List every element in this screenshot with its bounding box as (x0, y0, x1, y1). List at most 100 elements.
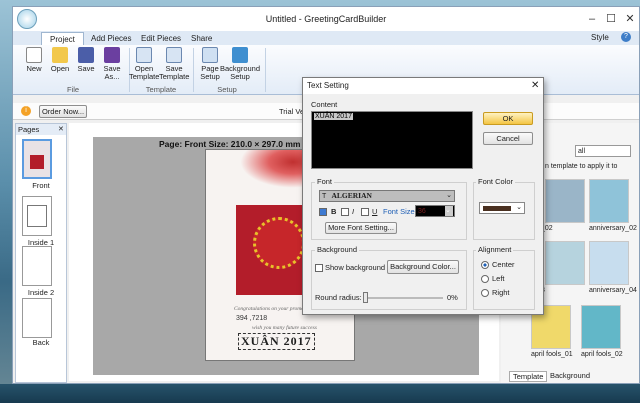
tab-share[interactable]: Share (183, 32, 220, 45)
template-icon (136, 47, 152, 63)
font-size-value: 36 (418, 208, 426, 215)
trial-text: Trial Ve (279, 107, 305, 116)
tab-template[interactable]: Template (509, 371, 548, 382)
tab-add-pieces[interactable]: Add Pieces (83, 32, 139, 45)
background-color-button[interactable]: Background Color... (387, 260, 459, 274)
window-title: Untitled - GreetingCardBuilder (265, 14, 387, 24)
info-icon: i (21, 106, 31, 116)
tab-background[interactable]: Background (547, 371, 593, 380)
page-setup-icon (202, 47, 218, 63)
tab-edit-pieces[interactable]: Edit Pieces (133, 32, 189, 45)
pages-panel: Pages ✕ Front Inside 1 Inside 2 Back (15, 123, 67, 383)
ribbon-tabs: Project Add Pieces Edit Pieces Share Sty… (13, 31, 639, 45)
italic-label: I (352, 207, 355, 216)
group-template-label: Template (145, 85, 177, 94)
font-type-icon: T (322, 193, 327, 200)
page-label-back: Back (32, 338, 50, 347)
save-template-button[interactable]: Save Template (159, 47, 189, 81)
page-label-inside-2: Inside 2 (27, 288, 55, 297)
close-icon[interactable]: ✕ (621, 11, 639, 27)
content-text: XUÂN 2017 (314, 113, 353, 120)
more-font-setting-button[interactable]: More Font Setting... (325, 222, 397, 234)
align-right-radio[interactable] (481, 289, 489, 297)
order-now-button[interactable]: Order Now... (39, 105, 87, 118)
round-radius-label: Round radius: (315, 293, 362, 302)
chevron-down-icon: ⌄ (446, 192, 452, 199)
show-background-label: Show background (325, 263, 386, 272)
alignment-label: Alignment (476, 245, 514, 254)
page-label-front: Front (32, 181, 50, 190)
round-radius-slider[interactable] (363, 292, 443, 303)
card-text-2[interactable]: 394 ,7218 (236, 315, 267, 322)
template-thumb[interactable] (545, 241, 585, 285)
new-document-icon (26, 47, 42, 63)
group-divider (193, 48, 194, 92)
show-background-checkbox[interactable] (315, 264, 323, 272)
save-as-icon (104, 47, 120, 63)
font-color-picker[interactable]: ⌄ (479, 202, 525, 214)
chevron-down-icon: ⌄ (516, 204, 522, 211)
slider-thumb[interactable] (363, 292, 368, 303)
font-color-swatch (483, 206, 511, 211)
bold-checkbox[interactable] (319, 208, 327, 216)
underline-label: U (372, 207, 378, 216)
minimize-icon[interactable]: – (583, 11, 601, 27)
page-thumb-front[interactable] (22, 139, 52, 179)
style-menu[interactable]: Style (591, 33, 609, 42)
card-main-text[interactable]: XUÂN 2017 (238, 333, 315, 350)
ok-button[interactable]: OK (483, 112, 533, 125)
dialog-close-icon[interactable]: ✕ (531, 80, 539, 91)
maximize-icon[interactable]: ☐ (602, 11, 620, 27)
title-bar: Untitled - GreetingCardBuilder – ☐ ✕ (13, 7, 639, 31)
font-size-dropdown[interactable]: 36 ⌄ (415, 205, 455, 217)
save-icon (78, 47, 94, 63)
font-dropdown[interactable]: T ALGERIAN ⌄ (319, 190, 455, 202)
card-text-1[interactable]: Congratulations on your promotion (234, 306, 312, 312)
align-center-radio[interactable] (481, 261, 489, 269)
template-label: anniversary_04 (589, 287, 637, 294)
filter-dropdown[interactable]: all (575, 145, 631, 157)
italic-checkbox[interactable] (341, 208, 349, 216)
template-thumb[interactable] (545, 179, 585, 223)
folder-icon (52, 47, 68, 63)
rooster-emblem (253, 217, 305, 269)
background-setup-button[interactable]: Background Setup (219, 47, 261, 81)
group-divider (265, 48, 266, 92)
dialog-title: Text Setting (303, 78, 543, 94)
group-setup-label: Setup (217, 85, 237, 94)
font-color-label: Font Color (476, 177, 516, 186)
open-template-button[interactable]: Open Template (129, 47, 159, 81)
template-label: april fools_01 (531, 351, 573, 358)
align-right-label: Right (492, 288, 510, 297)
pages-close-icon[interactable]: ✕ (58, 125, 64, 133)
help-icon[interactable]: ? (621, 32, 631, 42)
page-thumb-inside-2[interactable] (22, 246, 52, 286)
tab-project[interactable]: Project (41, 32, 84, 45)
align-left-label: Left (492, 274, 505, 283)
chevron-down-icon: ⌄ (445, 206, 453, 216)
align-left-radio[interactable] (481, 275, 489, 283)
group-file-label: File (66, 85, 80, 94)
background-setup-icon (232, 47, 248, 63)
cancel-button[interactable]: Cancel (483, 132, 533, 145)
taskbar (0, 384, 640, 403)
round-radius-value: 0% (447, 293, 458, 302)
page-thumb-back[interactable] (22, 298, 52, 338)
content-textbox[interactable]: XUÂN 2017 (311, 111, 473, 169)
template-label: april fools_02 (581, 351, 623, 358)
page-thumb-inside-1[interactable] (22, 196, 52, 236)
background-label: Background (315, 245, 360, 254)
underline-checkbox[interactable] (361, 208, 369, 216)
template-thumb[interactable] (589, 241, 629, 285)
bold-label: B (331, 207, 337, 216)
font-value: ALGERIAN (331, 191, 372, 200)
page-caption: Page: Front Size: 210.0 × 297.0 mm (159, 139, 301, 149)
save-as-button[interactable]: Save As... (97, 47, 127, 81)
template-thumb[interactable] (589, 179, 629, 223)
template-label: anniversary_02 (589, 225, 637, 232)
card-text-3[interactable]: wish you many future success (252, 325, 317, 331)
save-template-icon (166, 47, 182, 63)
align-center-label: Center (492, 260, 515, 269)
template-thumb[interactable] (581, 305, 621, 349)
content-label: Content (311, 100, 338, 109)
